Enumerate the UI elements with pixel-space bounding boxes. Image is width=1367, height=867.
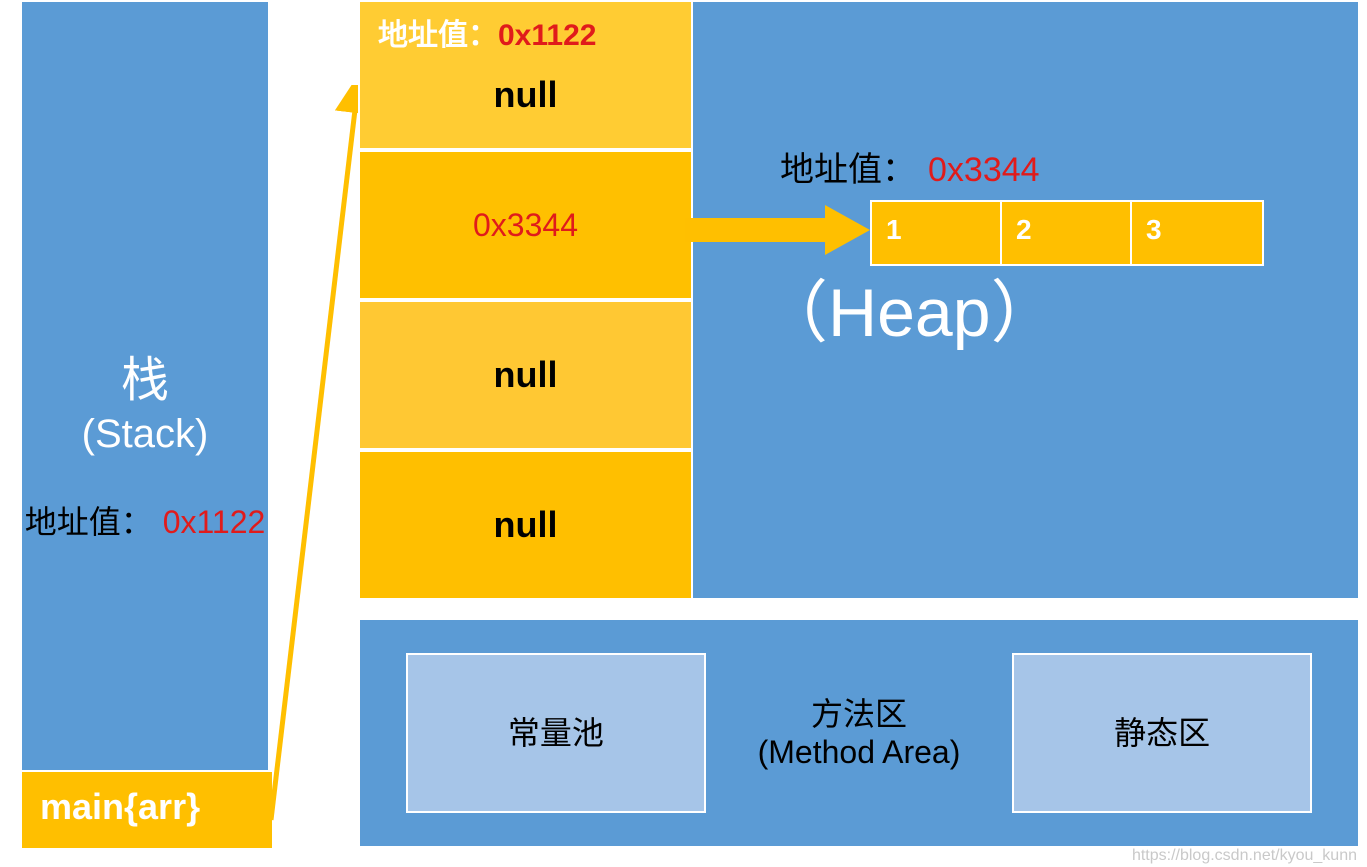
inner-array-address: 地址值： 0x3344 bbox=[780, 142, 1040, 191]
inner-array-cell-0: 1 bbox=[872, 202, 1002, 264]
stack-title-en: (Stack) bbox=[22, 410, 268, 458]
heap-title: （Heap） bbox=[760, 257, 1059, 356]
outer-array-address-label: 地址值： bbox=[378, 19, 498, 52]
stack-title-cn: 栈 bbox=[22, 352, 268, 410]
stack-title: 栈 (Stack) bbox=[22, 352, 268, 458]
stack-address: 地址值： 0x1122 bbox=[22, 497, 268, 543]
outer-array: null 0x3344 null null 地址值：0x1122 bbox=[358, 0, 693, 601]
stack-frame-main-label: main{arr} bbox=[40, 786, 200, 827]
constant-pool: 常量池 bbox=[406, 653, 706, 813]
inner-array-cell-1: 2 bbox=[1002, 202, 1132, 264]
static-area: 静态区 bbox=[1012, 653, 1312, 813]
outer-array-cell-2: null bbox=[358, 300, 693, 450]
inner-array-address-value: 0x3344 bbox=[928, 151, 1040, 189]
watermark: https://blog.csdn.net/kyou_kunn bbox=[1132, 847, 1357, 865]
method-area-title-en: (Method Area) bbox=[758, 733, 961, 771]
heap-panel: null 0x3344 null null 地址值：0x1122 地址值： 0x3… bbox=[358, 0, 1360, 600]
method-area-title-cn: 方法区 bbox=[758, 695, 961, 733]
arrow-stack-to-array bbox=[265, 85, 365, 825]
stack-panel: 栈 (Stack) 地址值： 0x1122 main{arr} bbox=[20, 0, 270, 850]
outer-array-address-value: 0x1122 bbox=[498, 19, 596, 52]
method-area-title: 方法区 (Method Area) bbox=[758, 695, 961, 772]
outer-array-cell-3: null bbox=[358, 450, 693, 600]
inner-array-cell-2: 3 bbox=[1132, 202, 1262, 264]
outer-array-cell-1: 0x3344 bbox=[358, 150, 693, 300]
method-area-panel: 常量池 方法区 (Method Area) 静态区 bbox=[358, 618, 1360, 848]
inner-array-address-label: 地址值： bbox=[780, 151, 916, 189]
outer-array-address: 地址值：0x1122 bbox=[360, 10, 691, 54]
stack-address-value: 0x1122 bbox=[163, 504, 266, 540]
stack-frame-main: main{arr} bbox=[20, 770, 274, 850]
stack-address-label: 地址值： bbox=[25, 504, 153, 540]
